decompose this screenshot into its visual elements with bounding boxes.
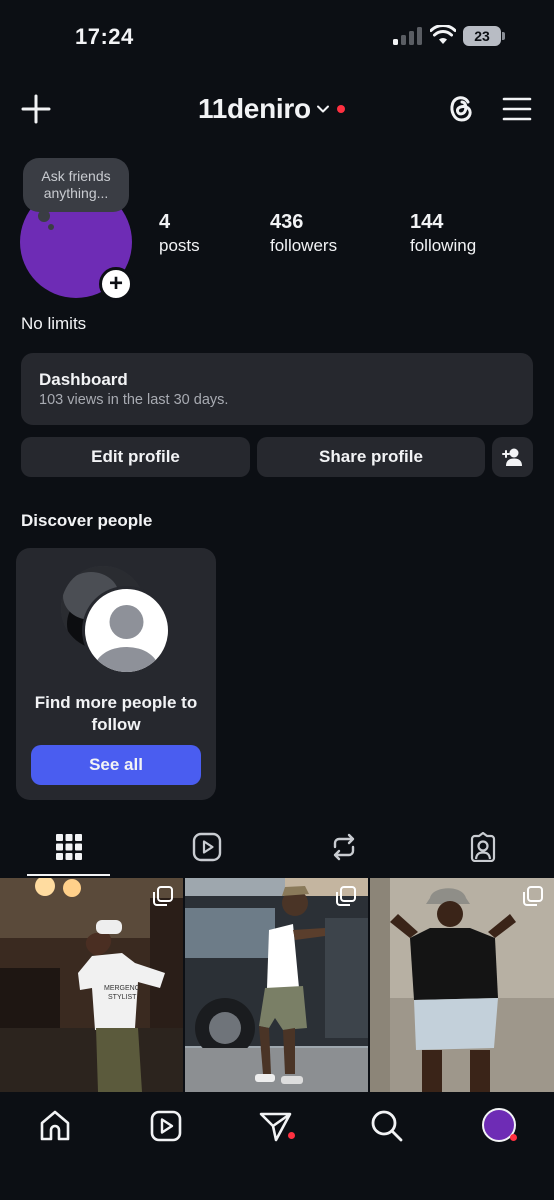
stat-followers[interactable]: 436 followers [270, 210, 337, 257]
share-profile-button[interactable]: Share profile [257, 437, 485, 477]
messages-notification-dot [288, 1132, 295, 1139]
discover-people-title: Discover people [21, 511, 153, 530]
stat-following[interactable]: 144 following [410, 210, 476, 257]
stat-following-label: following [410, 236, 477, 255]
discover-card-text: Find more people to follow [34, 693, 198, 734]
stat-posts-label: posts [159, 236, 200, 255]
dashboard-title: Dashboard [39, 370, 128, 389]
dashboard-card[interactable]: Dashboard 103 views in the last 30 days. [21, 353, 533, 425]
status-bar: 17:24 23 [0, 0, 554, 78]
tab-grid[interactable] [49, 826, 89, 870]
account-switcher[interactable]: 11deniro [198, 92, 345, 126]
wifi-icon [430, 25, 456, 44]
stat-following-value: 144 [410, 211, 444, 233]
default-avatar-icon [82, 586, 171, 675]
post-shirt-text-line1: MERGENC [104, 985, 140, 992]
post-thumbnail[interactable] [370, 878, 554, 1092]
post-grid: MERGENC STYLIST [0, 878, 554, 1092]
battery-level: 23 [463, 26, 501, 46]
status-time: 17:24 [75, 24, 134, 49]
add-person-icon [502, 448, 522, 466]
profile-bio: No limits [21, 314, 87, 333]
discover-card: Find more people to follow See all [16, 548, 216, 800]
tab-reposts[interactable] [324, 826, 364, 870]
multiple-images-icon [153, 886, 173, 906]
profile-notification-dot [510, 1134, 517, 1141]
stat-followers-value: 436 [270, 211, 304, 233]
home-icon[interactable] [37, 1108, 73, 1144]
multiple-images-icon [523, 886, 543, 906]
tagged-icon [470, 832, 496, 862]
tab-tagged[interactable] [463, 826, 503, 870]
edit-profile-button[interactable]: Edit profile [21, 437, 250, 477]
cellular-signal-icon [393, 27, 422, 45]
search-icon[interactable] [369, 1108, 405, 1144]
profile-header: 11deniro [0, 82, 554, 136]
post-thumbnail[interactable] [185, 878, 368, 1092]
username: 11deniro [198, 93, 311, 124]
threads-icon[interactable] [443, 90, 479, 126]
stat-followers-label: followers [270, 236, 338, 255]
active-tab-indicator [27, 874, 110, 876]
add-story-button[interactable]: + [99, 267, 133, 301]
stat-posts-value: 4 [159, 211, 171, 233]
grid-icon [56, 834, 82, 860]
notification-dot [336, 105, 345, 113]
create-plus-icon[interactable] [20, 93, 52, 125]
see-all-button[interactable]: See all [31, 745, 201, 785]
dashboard-subtitle: 103 views in the last 30 days. [39, 392, 229, 408]
discover-people-button[interactable] [492, 437, 533, 477]
repost-icon [333, 833, 355, 861]
bottom-nav [0, 1092, 554, 1200]
profile-tabs [0, 826, 554, 876]
post-thumbnail[interactable]: MERGENC STYLIST [0, 878, 183, 1092]
reels-nav-icon[interactable] [148, 1108, 184, 1144]
chevron-down-icon [316, 105, 329, 113]
tab-reels[interactable] [187, 826, 227, 870]
menu-icon[interactable] [502, 95, 532, 123]
direct-messages-icon[interactable] [258, 1108, 294, 1144]
multiple-images-icon [336, 886, 356, 906]
stat-posts[interactable]: 4 posts [159, 210, 200, 257]
battery-icon: 23 [463, 26, 505, 46]
post-shirt-text-line2: STYLIST [108, 994, 137, 1001]
note-bubble[interactable]: Ask friends anything... [23, 158, 129, 212]
reels-icon [192, 832, 222, 862]
